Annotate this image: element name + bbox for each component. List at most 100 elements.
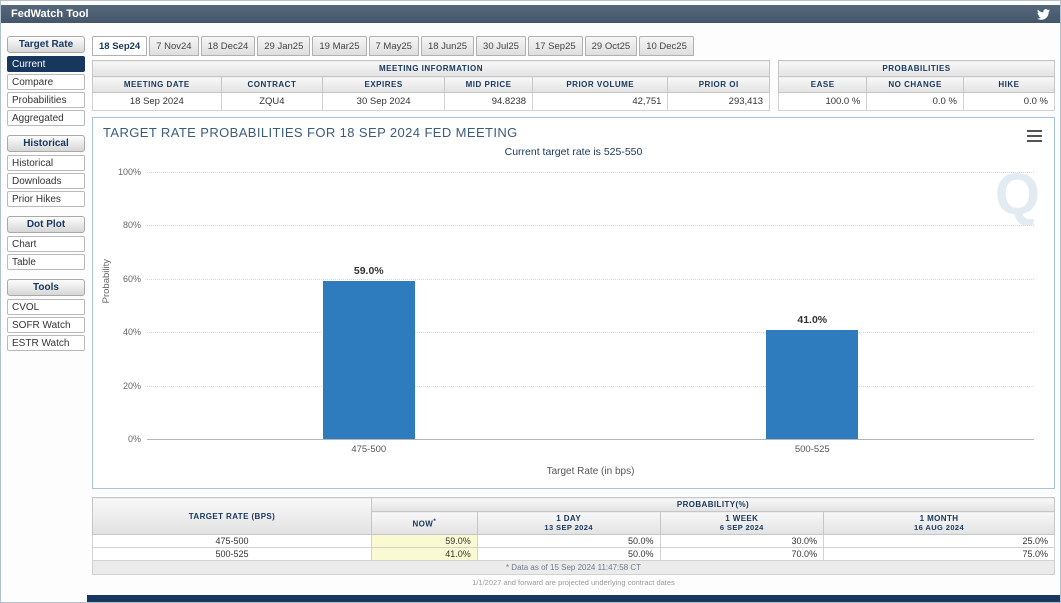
x-tick-label: 475-500 (351, 444, 386, 455)
table-row: 475-500 59.0% 50.0% 30.0% 25.0% (93, 535, 1055, 548)
meeting-date-value: 18 Sep 2024 (93, 93, 222, 111)
sidebar-section-target-rate: Target Rate Current Compare Probabilitie… (7, 36, 85, 126)
tab-29-jan25[interactable]: 29 Jan25 (257, 36, 310, 56)
one-week-500-525: 70.0% (660, 548, 824, 561)
probability-pct-header: PROBABILITY(%) (371, 498, 1054, 512)
y-tick-label: 40% (123, 327, 141, 337)
meeting-information-title: MEETING INFORMATION (93, 61, 770, 77)
tab-18-sep24[interactable]: 18 Sep24 (92, 36, 147, 56)
col-prior-volume: PRIOR VOLUME (533, 77, 668, 93)
sidebar-item-cvol[interactable]: CVOL (7, 299, 85, 315)
sidebar-header-tools: Tools (7, 279, 85, 296)
now-475-500: 59.0% (371, 535, 477, 548)
sidebar-header-target-rate: Target Rate (7, 36, 85, 53)
col-1-month: 1 MONTH 16 AUG 2024 (824, 512, 1055, 535)
gridline (147, 172, 1034, 173)
bar-475-500[interactable]: 59.0% (323, 281, 415, 439)
one-month-date: 16 AUG 2024 (828, 523, 1050, 532)
tab-29-oct25[interactable]: 29 Oct25 (585, 36, 638, 56)
sidebar: Target Rate Current Compare Probabilitie… (7, 36, 85, 602)
chart-menu-icon[interactable] (1027, 127, 1042, 145)
sidebar-item-current[interactable]: Current (7, 56, 85, 72)
plot-area: 0%20%40%60%80%100%59.0%475-50041.0%500-5… (147, 172, 1034, 440)
y-tick-label: 0% (128, 434, 141, 444)
tab-18-dec24[interactable]: 18 Dec24 (201, 36, 256, 56)
x-axis-title: Target Rate (in bps) (147, 466, 1034, 477)
sidebar-section-dot-plot: Dot Plot Chart Table (7, 216, 85, 270)
sidebar-item-historical[interactable]: Historical (7, 155, 85, 171)
sidebar-item-probabilities[interactable]: Probabilities (7, 92, 85, 108)
data-as-of-note: * Data as of 15 Sep 2024 11:47:58 CT (93, 561, 1055, 575)
y-tick-label: 20% (123, 381, 141, 391)
one-month-label: 1 MONTH (920, 514, 959, 523)
target-rate-probabilities-chart: TARGET RATE PROBABILITIES FOR 18 SEP 202… (92, 117, 1055, 489)
expires-value: 30 Sep 2024 (323, 93, 445, 111)
fedwatch-tool-window: FedWatch Tool Target Rate Current Compar… (0, 0, 1061, 603)
tab-30-jul25[interactable]: 30 Jul25 (476, 36, 526, 56)
projection-note: 1/1/2027 and forward are projected under… (92, 578, 1055, 587)
one-week-label: 1 WEEK (725, 514, 758, 523)
prior-oi-value: 293,413 (668, 93, 770, 111)
data-as-of-row: * Data as of 15 Sep 2024 11:47:58 CT (93, 561, 1055, 575)
now-asterisk: * (433, 518, 436, 525)
one-week-date: 6 SEP 2024 (665, 523, 820, 532)
info-row: MEETING INFORMATION MEETING DATE CONTRAC… (92, 60, 1055, 111)
sidebar-section-historical: Historical Historical Downloads Prior Hi… (7, 135, 85, 207)
now-label: NOW (412, 519, 433, 528)
col-1-day: 1 DAY 13 SEP 2024 (477, 512, 660, 535)
col-prior-oi: PRIOR OI (668, 77, 770, 93)
meeting-date-tabs: 18 Sep24 7 Nov24 18 Dec24 29 Jan25 19 Ma… (92, 36, 1055, 56)
bar-value-label: 59.0% (323, 265, 415, 277)
bar-500-525[interactable]: 41.0% (766, 330, 858, 439)
bar-value-label: 41.0% (766, 314, 858, 326)
rate-500-525: 500-525 (93, 548, 372, 561)
one-month-500-525: 75.0% (824, 548, 1055, 561)
sidebar-item-prior-hikes[interactable]: Prior Hikes (7, 191, 85, 207)
table-row: 500-525 41.0% 50.0% 70.0% 75.0% (93, 548, 1055, 561)
gridline (147, 386, 1034, 387)
x-tick-label: 500-525 (795, 444, 830, 455)
sidebar-item-compare[interactable]: Compare (7, 74, 85, 90)
sidebar-item-sofr-watch[interactable]: SOFR Watch (7, 317, 85, 333)
tab-7-nov24[interactable]: 7 Nov24 (149, 36, 198, 56)
hike-value: 0.0 % (963, 93, 1054, 111)
footer-bar (87, 595, 1060, 602)
sidebar-item-aggregated[interactable]: Aggregated (7, 110, 85, 126)
app-title: FedWatch Tool (11, 8, 89, 20)
y-tick-label: 60% (123, 274, 141, 284)
col-now: NOW* (371, 512, 477, 535)
sidebar-item-table[interactable]: Table (7, 254, 85, 270)
prior-volume-value: 42,751 (533, 93, 668, 111)
sidebar-header-dot-plot: Dot Plot (7, 216, 85, 233)
y-tick-label: 80% (123, 220, 141, 230)
y-tick-label: 100% (118, 167, 141, 177)
col-expires: EXPIRES (323, 77, 445, 93)
sidebar-header-historical: Historical (7, 135, 85, 152)
title-bar: FedWatch Tool (1, 5, 1060, 23)
one-week-475-500: 30.0% (660, 535, 824, 548)
one-month-475-500: 25.0% (824, 535, 1055, 548)
twitter-icon[interactable] (1037, 8, 1050, 21)
tab-10-dec25[interactable]: 10 Dec25 (639, 36, 694, 56)
tab-7-may25[interactable]: 7 May25 (369, 36, 419, 56)
one-day-475-500: 50.0% (477, 535, 660, 548)
sidebar-item-downloads[interactable]: Downloads (7, 173, 85, 189)
target-rate-bps-header: TARGET RATE (BPS) (93, 498, 372, 535)
col-contract: CONTRACT (221, 77, 323, 93)
col-no-change: NO CHANGE (867, 77, 964, 93)
col-hike: HIKE (963, 77, 1054, 93)
contract-value: ZQU4 (221, 93, 323, 111)
sidebar-item-estr-watch[interactable]: ESTR Watch (7, 335, 85, 351)
probabilities-title: PROBABILITIES (779, 61, 1055, 77)
tab-18-jun25[interactable]: 18 Jun25 (421, 36, 474, 56)
gridline (147, 225, 1034, 226)
main-panel: 18 Sep24 7 Nov24 18 Dec24 29 Jan25 19 Ma… (92, 36, 1055, 602)
tab-19-mar25[interactable]: 19 Mar25 (312, 36, 366, 56)
col-mid-price: MID PRICE (445, 77, 533, 93)
probability-history-table: TARGET RATE (BPS) PROBABILITY(%) NOW* 1 … (92, 497, 1055, 575)
col-1-week: 1 WEEK 6 SEP 2024 (660, 512, 824, 535)
chart-subtitle: Current target rate is 525-550 (93, 146, 1054, 158)
now-500-525: 41.0% (371, 548, 477, 561)
tab-17-sep25[interactable]: 17 Sep25 (528, 36, 583, 56)
sidebar-item-chart[interactable]: Chart (7, 236, 85, 252)
